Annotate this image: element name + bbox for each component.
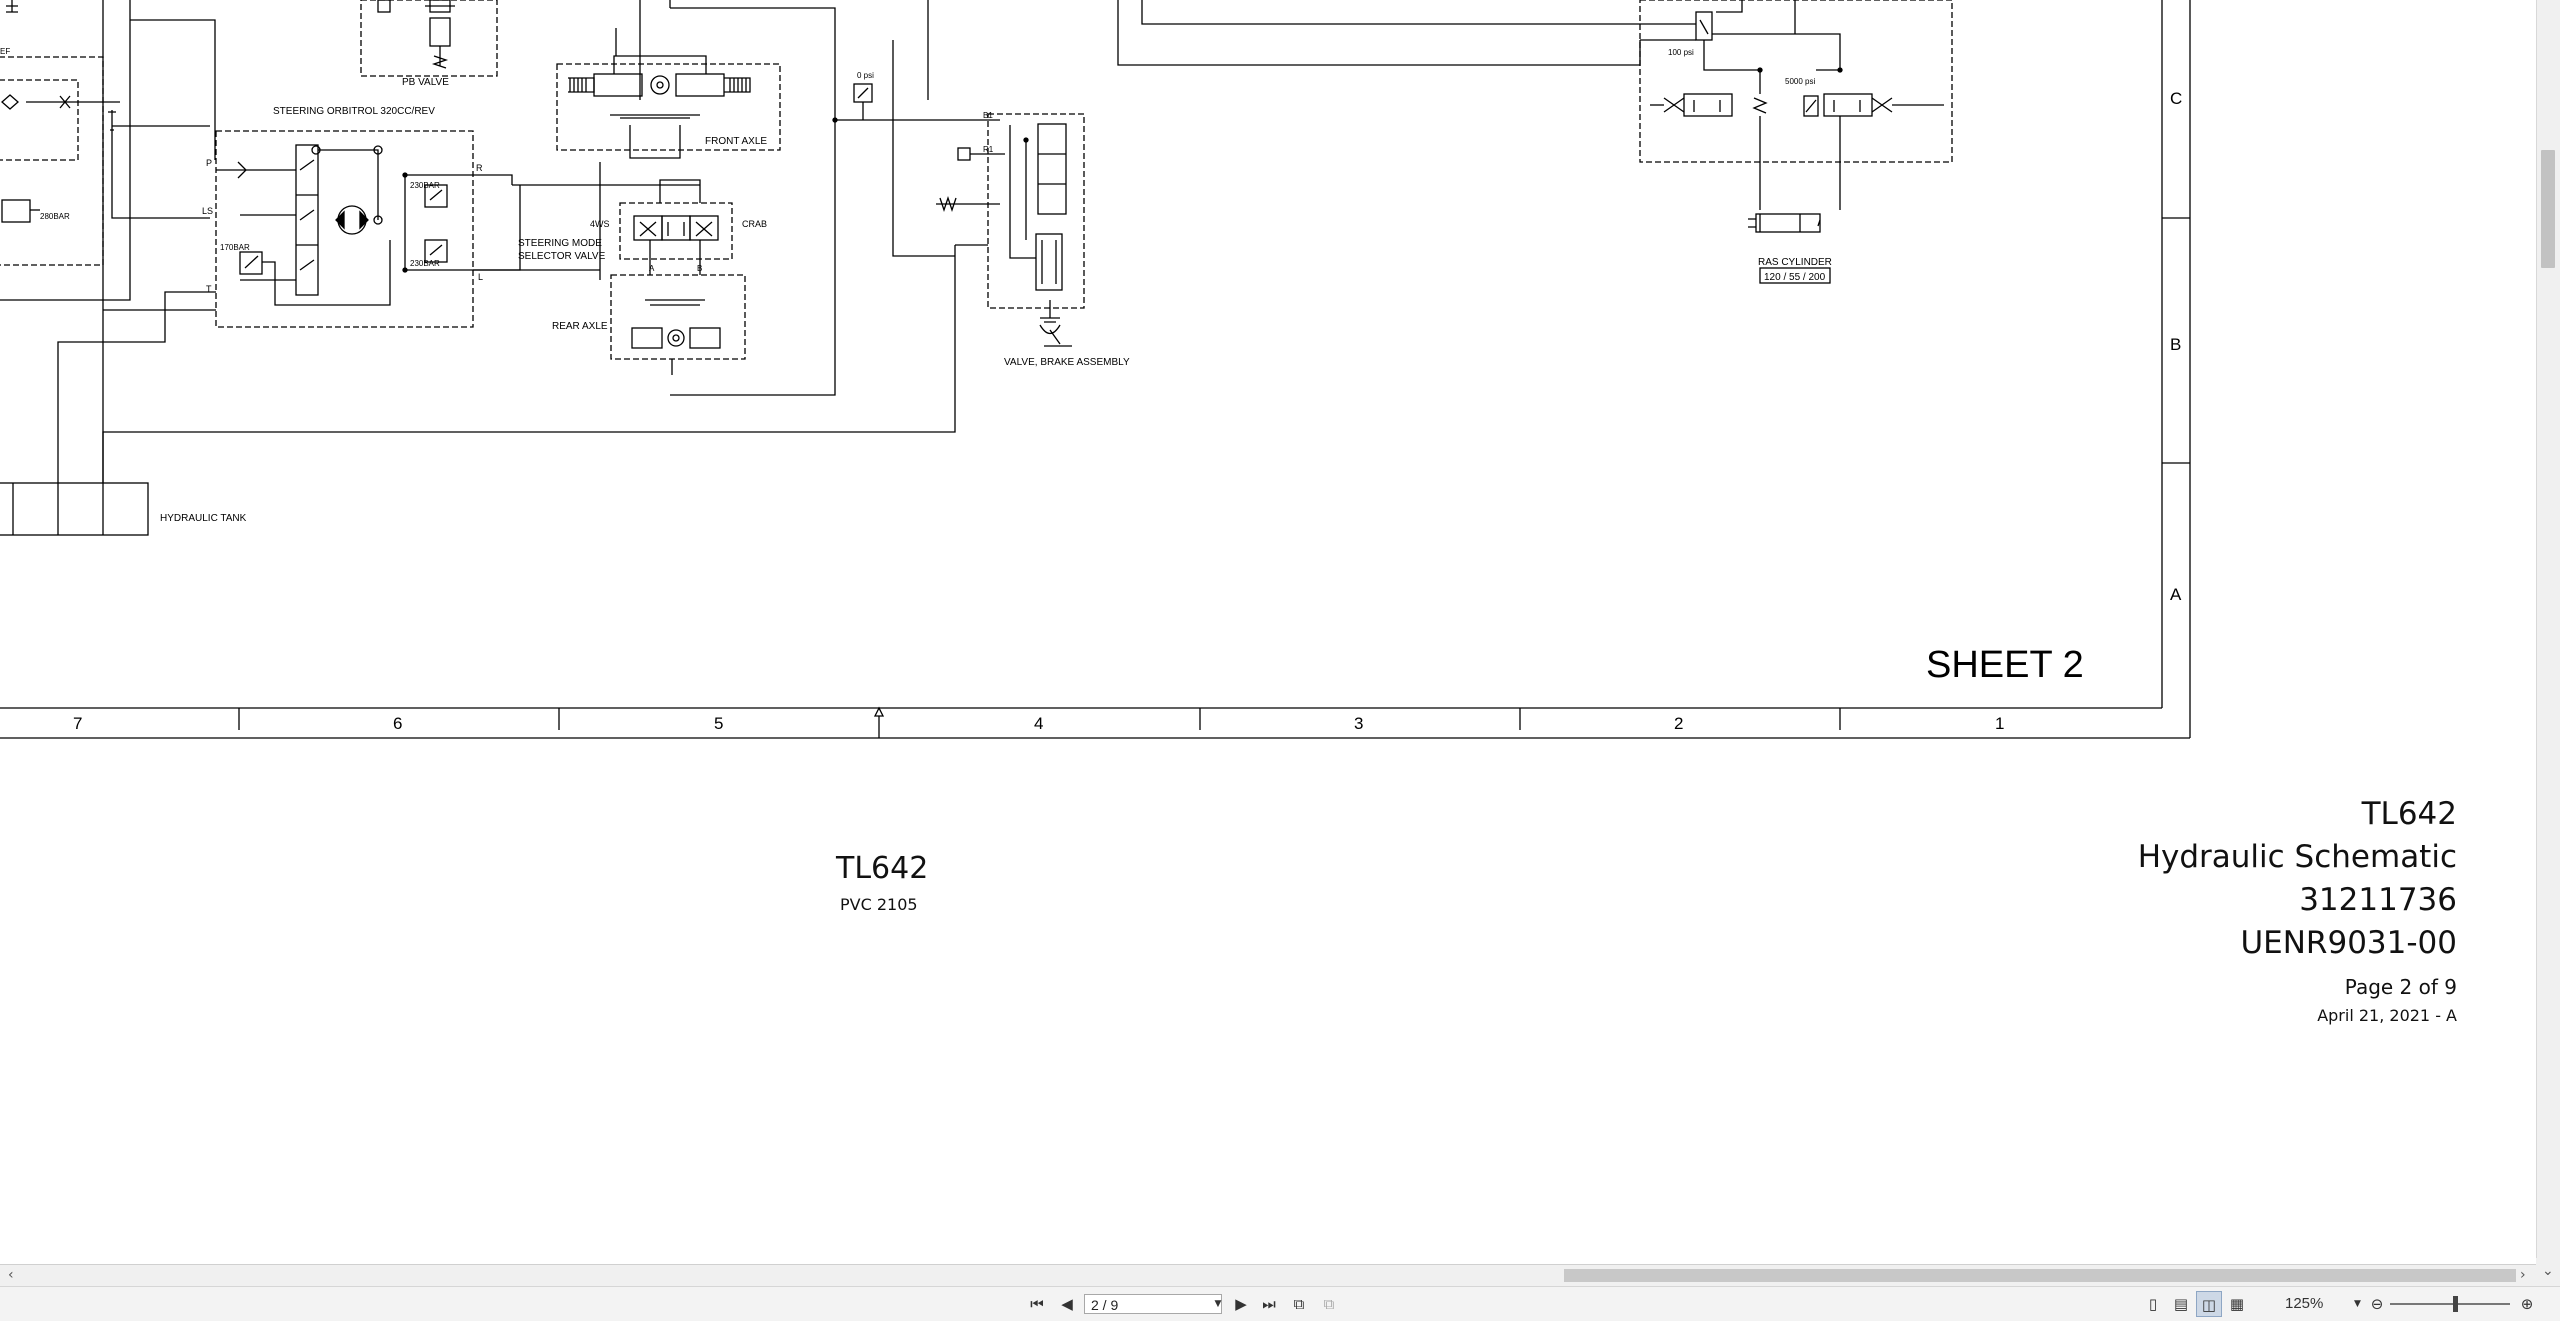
label-230-bar-top: 230BAR [410, 181, 440, 190]
rear-axle [610, 274, 746, 375]
pb-valve [360, 0, 498, 77]
port-r1: R1 [983, 145, 994, 154]
label-170-bar: 170BAR [220, 243, 250, 252]
next-view-icon[interactable]: ⧉ [1316, 1291, 1342, 1317]
page-count: Page 2 of 9 [2344, 975, 2457, 999]
zone-col-6: 6 [393, 714, 402, 733]
last-page-icon[interactable]: ⏭ [1256, 1291, 1282, 1317]
model-name: TL642 [2361, 796, 2457, 832]
label-5000-psi: 5000 psi [1785, 77, 1815, 86]
scroll-down-icon[interactable]: ⌄ [2542, 1261, 2554, 1281]
first-page-icon[interactable]: ⏮ [1024, 1291, 1050, 1317]
sheet-title: SHEET 2 [1926, 644, 2084, 686]
label-crab: CRAB [742, 219, 767, 229]
scroll-left-icon[interactable]: ‹ [8, 1265, 14, 1285]
label-0-psi: 0 psi [857, 71, 874, 80]
facing-view-icon[interactable]: ◫ [2196, 1291, 2222, 1317]
right-valve-block [1639, 0, 1953, 210]
port-b: B [697, 264, 702, 273]
label-steering-mode-1: STEERING MODE [518, 238, 602, 249]
part-number: 31211736 [2299, 882, 2457, 918]
zone-row-b: B [2170, 335, 2181, 354]
vertical-scroll-thumb[interactable] [2541, 150, 2555, 268]
continuous-facing-view-icon[interactable]: ▦ [2224, 1291, 2250, 1317]
label-front-axle: FRONT AXLE [705, 136, 767, 147]
vertical-scrollbar[interactable] [2536, 0, 2560, 1258]
zoom-slider[interactable] [2390, 1303, 2510, 1305]
document-number: UENR9031-00 [2240, 925, 2457, 961]
single-page-view-icon[interactable]: ▯ [2140, 1291, 2166, 1317]
previous-page-icon[interactable]: ◀ [1054, 1291, 1080, 1317]
next-page-icon[interactable]: ▶ [1228, 1291, 1254, 1317]
pvc-model: TL642 [836, 851, 929, 886]
zoom-slider-handle[interactable] [2453, 1296, 2458, 1312]
zone-col-2: 2 [1674, 714, 1683, 733]
hydraulic-tank [0, 482, 149, 536]
zone-col-7: 7 [73, 714, 82, 733]
document-title: Hydraulic Schematic [2137, 839, 2457, 875]
label-280-bar: 280BAR [40, 212, 70, 221]
steering-orbitrol [215, 130, 474, 328]
label-100-psi: 100 psi [1668, 48, 1694, 57]
label-steering-orbitrol: STEERING ORBITROL 320CC/REV [273, 106, 435, 117]
label-pb-valve: PB VALVE [402, 77, 449, 88]
left-valve-block [0, 0, 216, 301]
port-ef: EF [0, 47, 10, 56]
port-p: P [206, 158, 212, 168]
document-viewport: PB VALVE STEERING ORBITROL 320CC/REV FRO… [0, 0, 2536, 1258]
label-4ws: 4WS [590, 219, 610, 229]
front-axle [556, 0, 836, 396]
brake-valve-assembly [936, 113, 1085, 347]
label-rear-axle: REAR AXLE [552, 321, 608, 332]
zone-row-a: A [2170, 585, 2182, 604]
zone-row-c: C [2170, 89, 2182, 108]
label-steering-mode-2: SELECTOR VALVE [518, 251, 606, 262]
port-r: R [476, 163, 483, 173]
continuous-view-icon[interactable]: ▤ [2168, 1291, 2194, 1317]
label-ras-cylinder: RAS CYLINDER [1758, 257, 1832, 268]
previous-view-icon[interactable]: ⧉ [1286, 1291, 1312, 1317]
port-a: A [649, 264, 655, 273]
horizontal-scroll-thumb[interactable] [1564, 1269, 2516, 1282]
zone-col-4: 4 [1034, 714, 1043, 733]
label-brake-valve: VALVE, BRAKE ASSEMBLY [1004, 357, 1130, 368]
zoom-out-icon[interactable]: ⊖ [2364, 1291, 2390, 1317]
port-l: L [478, 272, 483, 282]
page-number-input[interactable]: 2 / 9 [1084, 1294, 1222, 1314]
label-230-bar-bottom: 230BAR [410, 259, 440, 268]
scrollbar-corner: ⌄ [2536, 1258, 2560, 1286]
navigation-toolbar: ⏮ ◀ 2 / 9 ▼ ▶ ⏭ ⧉ ⧉ ▯ ▤ ◫ ▦ 125% ▼ ⊖ ⊕ [0, 1286, 2560, 1321]
zoom-in-icon[interactable]: ⊕ [2514, 1291, 2540, 1317]
zoom-level[interactable]: 125% [2285, 1293, 2345, 1315]
zone-col-3: 3 [1354, 714, 1363, 733]
port-t: T [206, 284, 212, 294]
horizontal-scrollbar[interactable]: ‹ › [0, 1264, 2536, 1286]
zone-col-5: 5 [714, 714, 723, 733]
page-dropdown-icon[interactable]: ▼ [1212, 1294, 1224, 1314]
port-b1: B1 [983, 111, 993, 120]
pvc-code: PVC 2105 [840, 895, 918, 914]
zoom-dropdown-icon[interactable]: ▼ [2354, 1293, 2361, 1315]
zone-col-1: 1 [1995, 714, 2004, 733]
revision-date: April 21, 2021 - A [2317, 1006, 2457, 1025]
hydraulic-schematic: PB VALVE STEERING ORBITROL 320CC/REV FRO… [0, 0, 2191, 739]
label-hydraulic-tank: HYDRAULIC TANK [160, 513, 247, 524]
label-ras-dims: 120 / 55 / 200 [1764, 272, 1826, 283]
scroll-right-icon[interactable]: › [2520, 1265, 2526, 1285]
pressure-switch [832, 83, 873, 123]
port-ls: LS [202, 206, 213, 216]
hydraulic-lines [57, 0, 1641, 483]
